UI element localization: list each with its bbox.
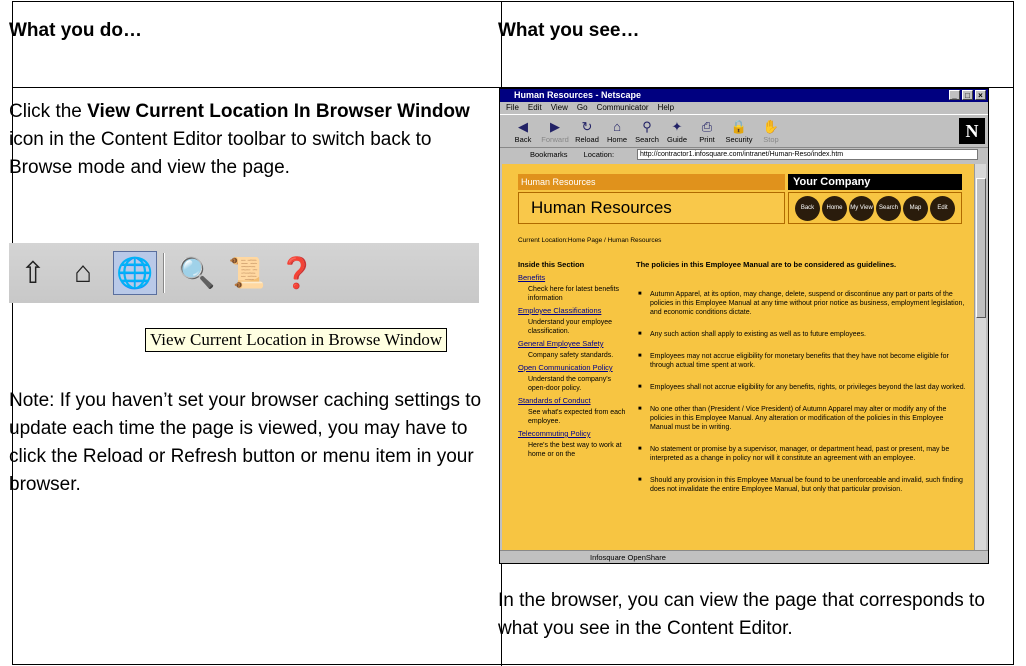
sidebar-desc: Understand the company's open-door polic… bbox=[528, 376, 612, 392]
nav-home-button[interactable]: ⌂ Home bbox=[602, 118, 632, 144]
policy-item: Employees may not accrue eligibility for… bbox=[636, 352, 966, 370]
menu-file[interactable]: File bbox=[506, 102, 519, 114]
header-what-you-see: What you see… bbox=[498, 20, 640, 41]
menu-view[interactable]: View bbox=[551, 102, 568, 114]
search-icon: ⚲ bbox=[642, 119, 652, 134]
sidebar-link-classifications[interactable]: Employee Classifications bbox=[518, 306, 628, 316]
menu-edit[interactable]: Edit bbox=[528, 102, 542, 114]
menu-help[interactable]: Help bbox=[658, 102, 674, 114]
web-page-content: Human Resources Your Company Human Resou… bbox=[502, 164, 974, 550]
caption-text: In the browser, you can view the page th… bbox=[498, 590, 985, 639]
guide-icon: ✦ bbox=[671, 119, 683, 134]
home-icon: ⌂ bbox=[73, 256, 93, 289]
edit-button[interactable]: Edit bbox=[930, 195, 955, 221]
policy-list: Autumn Apparel, at its option, may chang… bbox=[636, 290, 966, 507]
header-what-you-do: What you do… bbox=[9, 20, 142, 41]
vertical-scrollbar[interactable] bbox=[974, 164, 986, 550]
policy-item: No statement or promise by a supervisor,… bbox=[636, 445, 966, 463]
browser-title-bar: Human Resources - Netscape _ □ × bbox=[500, 89, 988, 102]
section-header: Human Resources bbox=[518, 174, 785, 190]
breadcrumb: Current Location:Home Page / Human Resou… bbox=[518, 237, 662, 244]
sidebar-desc: Understand your employee classification. bbox=[528, 319, 613, 335]
policy-item: Employees shall not accrue eligibility f… bbox=[636, 383, 966, 392]
home-button[interactable]: Home bbox=[822, 195, 847, 221]
editor-toolbar-image: ⇧ ⌂ 🌐 🔍 📜 ❓ bbox=[9, 243, 479, 303]
sidebar-link-benefits[interactable]: Benefits bbox=[518, 273, 628, 283]
status-text: Infosquare OpenShare bbox=[590, 553, 666, 562]
nav-search-button[interactable]: ⚲ Search bbox=[632, 118, 662, 144]
nav-stop-button[interactable]: ✋ Stop bbox=[756, 118, 786, 144]
policy-item: No one other than (President / Vice Pres… bbox=[636, 405, 966, 432]
nav-reload-button[interactable]: ↻ Reload bbox=[572, 118, 602, 144]
nav-forward-button[interactable]: ▶ Forward bbox=[540, 118, 570, 144]
browser-status-bar: Infosquare OpenShare bbox=[500, 550, 988, 563]
company-banner: Your Company bbox=[788, 174, 962, 190]
document-icon: 📜 bbox=[228, 256, 266, 290]
maximize-icon[interactable]: □ bbox=[962, 90, 973, 100]
nav-print-button[interactable]: ⎙ Print bbox=[692, 118, 722, 144]
scroll-thumb[interactable] bbox=[976, 178, 986, 318]
stop-icon: ✋ bbox=[762, 119, 780, 134]
back-button[interactable]: Back bbox=[795, 195, 820, 221]
tooltip: View Current Location in Browse Window bbox=[145, 328, 448, 352]
print-icon: ⎙ bbox=[701, 119, 713, 134]
browser-title: Human Resources - Netscape bbox=[514, 90, 642, 100]
sidebar-desc: Here's the best way to work at home or o… bbox=[528, 442, 622, 458]
sidebar-desc: Check here for latest benefits informati… bbox=[528, 286, 620, 302]
note-text: Note: If you haven’t set your browser ca… bbox=[9, 390, 482, 495]
sidebar-desc: See what's expected from each employee. bbox=[528, 409, 626, 425]
menu-communicator[interactable]: Communicator bbox=[597, 102, 649, 114]
sidebar-heading: Inside this Section bbox=[518, 260, 585, 269]
page-nav-buttons: Back Home My View Search Map Edit bbox=[788, 192, 962, 224]
back-arrow-icon: ◀ bbox=[518, 119, 528, 134]
sidebar-link-safety[interactable]: General Employee Safety bbox=[518, 339, 628, 349]
search-button[interactable]: Search bbox=[876, 195, 901, 221]
help-icon: ❓ bbox=[278, 256, 316, 290]
close-icon[interactable]: × bbox=[975, 90, 986, 100]
instruction-icon-name: View Current Location In Browser Window bbox=[87, 101, 470, 122]
magnifier-icon: 🔍 bbox=[178, 256, 216, 290]
location-bar: Bookmarks Location: http://contractor1.i… bbox=[500, 148, 988, 162]
bookmarks-button[interactable]: Bookmarks bbox=[530, 150, 568, 159]
reload-icon: ↻ bbox=[581, 119, 593, 134]
policy-heading: The policies in this Employee Manual are… bbox=[636, 260, 897, 269]
toolbar-separator bbox=[163, 253, 165, 293]
netscape-logo: N bbox=[959, 118, 985, 144]
nav-security-button[interactable]: 🔒 Security bbox=[724, 118, 754, 144]
nav-guide-button[interactable]: ✦ Guide bbox=[662, 118, 692, 144]
location-label: Location: bbox=[583, 150, 615, 159]
my-view-button[interactable]: My View bbox=[849, 195, 874, 221]
forward-arrow-icon: ▶ bbox=[550, 119, 560, 134]
url-field[interactable]: http://contractor1.infosquare.com/intran… bbox=[637, 149, 978, 160]
sidebar-link-conduct[interactable]: Standards of Conduct bbox=[518, 396, 628, 406]
section-sidebar: Benefits Check here for latest benefits … bbox=[518, 270, 628, 459]
policy-item: Autumn Apparel, at its option, may chang… bbox=[636, 290, 966, 317]
menu-go[interactable]: Go bbox=[577, 102, 588, 114]
instruction-text: Click the View Current Location In Brows… bbox=[9, 101, 470, 178]
policy-item: Should any provision in this Employee Ma… bbox=[636, 476, 966, 494]
browser-nav-toolbar: ◀ Back ▶ Forward ↻ Reload ⌂ Home ⚲ Search ✦ Gu… bbox=[500, 114, 988, 148]
up-arrow-icon: ⇧ bbox=[20, 256, 46, 290]
sidebar-desc: Company safety standards. bbox=[528, 352, 614, 359]
sidebar-link-open-communication[interactable]: Open Communication Policy bbox=[518, 363, 628, 373]
policy-item: Any such action shall apply to existing … bbox=[636, 330, 966, 339]
browser-screenshot: Human Resources - Netscape _ □ × File Ed… bbox=[499, 88, 989, 564]
nav-back-button[interactable]: ◀ Back bbox=[508, 118, 538, 144]
map-button[interactable]: Map bbox=[903, 195, 928, 221]
lock-icon: 🔒 bbox=[730, 119, 748, 134]
sidebar-link-telecommuting[interactable]: Telecommuting Policy bbox=[518, 429, 628, 439]
minimize-icon[interactable]: _ bbox=[949, 90, 960, 100]
home-icon: ⌂ bbox=[613, 119, 621, 134]
globe-icon[interactable]: 🌐 bbox=[113, 251, 157, 295]
browser-menu-bar: File Edit View Go Communicator Help bbox=[500, 102, 988, 114]
page-title: Human Resources bbox=[518, 192, 785, 224]
